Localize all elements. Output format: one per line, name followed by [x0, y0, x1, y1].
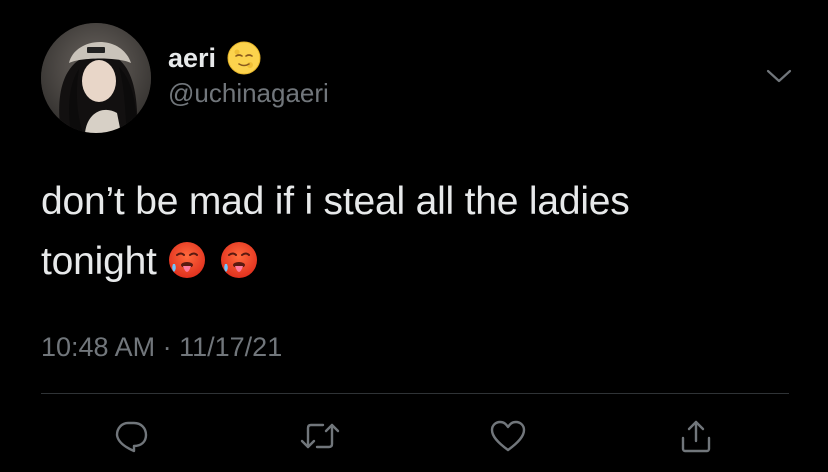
display-name-row[interactable]: aeri [168, 40, 262, 76]
tweet-time[interactable]: 10:48 AM [41, 332, 155, 362]
user-handle[interactable]: @uchinagaeri [168, 80, 329, 106]
avatar[interactable] [41, 23, 151, 133]
tweet-timestamp[interactable]: 10:48 AM · 11/17/21 [41, 334, 282, 361]
display-name[interactable]: aeri [168, 44, 216, 72]
retweet-icon [300, 423, 340, 449]
hot-face-icon [167, 238, 207, 278]
share-icon [681, 420, 711, 453]
tweet-date[interactable]: 11/17/21 [179, 332, 282, 362]
share-button[interactable] [674, 416, 718, 456]
tweet-text-line: tonight [41, 232, 781, 292]
full-moon-face-icon [226, 40, 262, 76]
chevron-down-icon[interactable] [764, 64, 794, 88]
tweet-text: don’t be mad if i steal all the ladies t… [41, 172, 781, 292]
reply-icon [115, 421, 148, 453]
hot-face-icon [219, 238, 259, 278]
reply-button[interactable] [109, 416, 153, 456]
tweet-text-line: don’t be mad if i steal all the ladies [41, 180, 630, 223]
like-button[interactable] [486, 416, 530, 456]
avatar-photo [41, 23, 151, 133]
tweet-detail: aeri @uchinagaeri don’t be mad if i stea… [0, 0, 828, 472]
divider [41, 393, 789, 394]
timestamp-separator: · [162, 332, 172, 362]
tweet-text-word: tonight [41, 240, 157, 283]
retweet-button[interactable] [298, 416, 342, 456]
like-icon [490, 420, 526, 452]
